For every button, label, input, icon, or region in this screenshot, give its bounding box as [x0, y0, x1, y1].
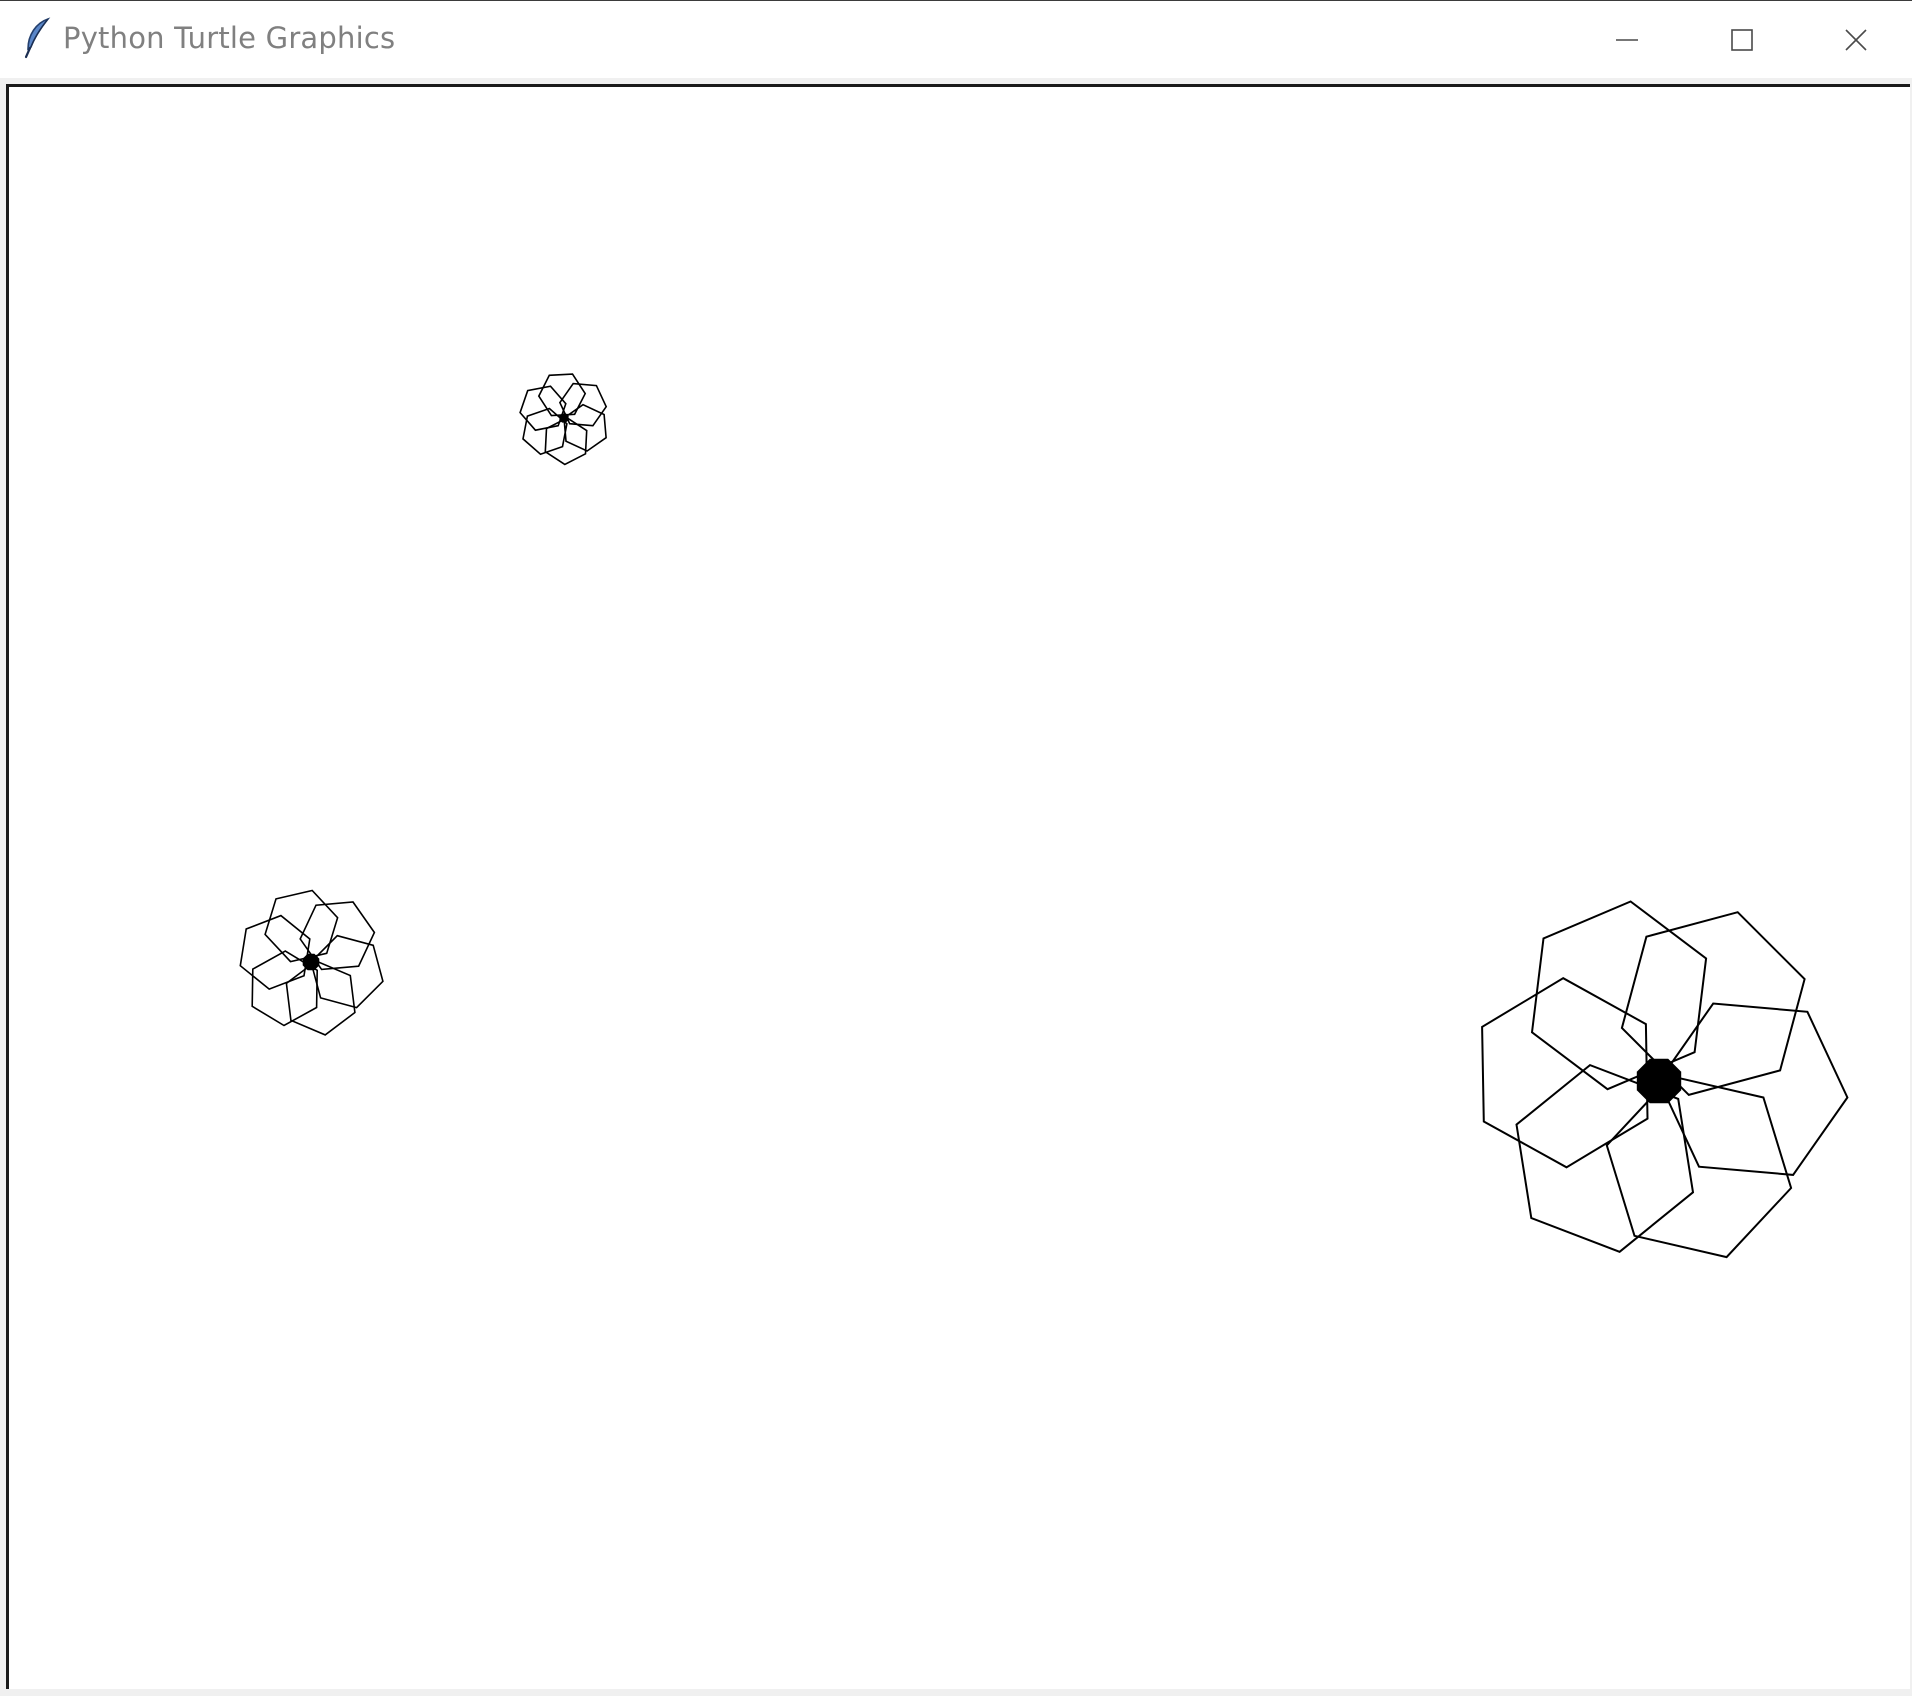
- maximize-icon: [1730, 28, 1753, 51]
- app-window: Python Turtle Graphics: [0, 0, 1912, 1696]
- flower-small: [519, 373, 608, 466]
- close-icon: [1844, 28, 1867, 51]
- hexagon-petal: [310, 934, 384, 1009]
- maximize-button[interactable]: [1684, 1, 1799, 78]
- flower-medium: [239, 889, 384, 1036]
- minimize-icon: [1615, 38, 1638, 42]
- turtle-drawing: [239, 373, 1849, 1259]
- hexagon-petal: [1657, 1002, 1849, 1176]
- turtle-canvas[interactable]: [6, 84, 1910, 1689]
- center-dot: [302, 953, 320, 971]
- hexagon-petal: [519, 385, 567, 432]
- hexagon-petal: [264, 889, 339, 963]
- hexagon-petal: [1530, 900, 1708, 1091]
- hexagon-petal: [563, 403, 607, 452]
- flower-large: [1481, 900, 1849, 1259]
- window-client-area: [6, 84, 1912, 1689]
- close-button[interactable]: [1799, 1, 1912, 78]
- hexagon-petal: [1481, 977, 1649, 1169]
- center-dot: [559, 413, 569, 423]
- feather-icon: [22, 17, 52, 59]
- minimize-button[interactable]: [1569, 1, 1684, 78]
- center-dot: [1636, 1058, 1682, 1104]
- title-bar[interactable]: Python Turtle Graphics: [0, 1, 1912, 78]
- hexagon-petal: [239, 914, 311, 991]
- window-title: Python Turtle Graphics: [63, 21, 396, 55]
